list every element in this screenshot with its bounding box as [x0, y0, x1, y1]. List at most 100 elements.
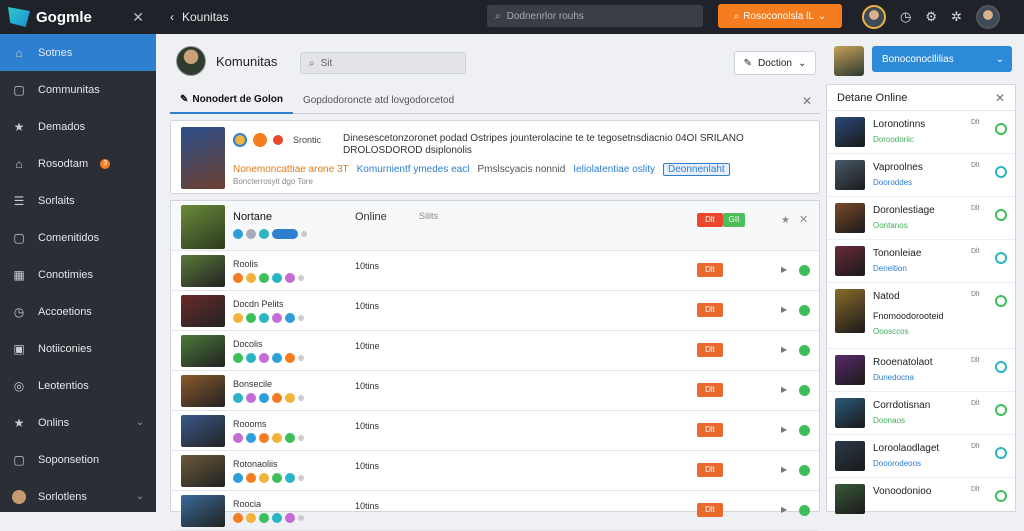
sidebar-item-label: Notiiconies: [38, 342, 92, 355]
sort-button[interactable]: ✎ Doction ⌄: [734, 51, 816, 75]
play-icon[interactable]: ▶: [781, 425, 787, 434]
row-tag[interactable]: Dlt: [697, 383, 723, 397]
list-item[interactable]: Vaproolnes Dooroddes Dlt: [827, 154, 1015, 197]
sidebar-item[interactable]: ▢ Communitas: [0, 71, 156, 108]
sidebar-item[interactable]: ▣ Notiiconies: [0, 330, 156, 367]
close-icon[interactable]: ✕: [995, 91, 1005, 105]
row-name: Rotonaoliis: [233, 459, 278, 469]
sidebar-item[interactable]: ◷ Accoetions: [0, 293, 156, 330]
pin-icon[interactable]: ★: [781, 215, 790, 226]
friends-button[interactable]: Bonoconocllilias ⌄: [872, 46, 1012, 72]
status-icon: [233, 433, 243, 443]
row-tag[interactable]: Dlt: [697, 213, 723, 227]
status-pill-icon: [272, 229, 298, 239]
status-icon: [233, 393, 243, 403]
row-tag-green[interactable]: GII: [723, 213, 745, 227]
tab-active[interactable]: ✎ Nonodert de Golon: [170, 88, 293, 114]
check-icon[interactable]: [995, 209, 1007, 221]
row-tag[interactable]: Dlt: [697, 343, 723, 357]
play-icon[interactable]: ▶: [781, 465, 787, 474]
main-search-input[interactable]: ⌕ Sit: [300, 52, 466, 74]
row-tag[interactable]: Dlt: [697, 503, 723, 517]
friend-time: Dlt: [971, 205, 980, 212]
row-tag[interactable]: Dlt: [697, 463, 723, 477]
table-row[interactable]: Docdn Pelits 10tins Dlt ▶: [171, 291, 819, 331]
settings-icon[interactable]: ⚙: [925, 9, 937, 25]
table-row[interactable]: Roocia 10tins Dlt ▶: [171, 491, 819, 531]
list-item[interactable]: Vonoodonioo Dlt: [827, 478, 1015, 521]
community-avatar[interactable]: [176, 46, 206, 76]
top-cta-button[interactable]: ⌕ Rosoconolsla lL ⌄: [718, 4, 842, 28]
check-icon[interactable]: [995, 295, 1007, 307]
tab-secondary[interactable]: Gopdodoroncte atd lovgodorcetod: [293, 88, 464, 114]
search-icon: ⌕: [495, 10, 501, 22]
clock-icon[interactable]: ◷: [900, 9, 911, 25]
check-icon[interactable]: [995, 252, 1007, 264]
table-row[interactable]: Roolis 10tins Dlt ▶: [171, 251, 819, 291]
back-icon[interactable]: ‹: [170, 10, 174, 24]
row-status: 10tine: [355, 341, 380, 351]
close-icon[interactable]: ✕: [799, 213, 808, 226]
close-icon[interactable]: ✕: [802, 94, 812, 108]
list-item[interactable]: Loronotinns Doroodoriic Dlt: [827, 111, 1015, 154]
sidebar-item[interactable]: ▢ Comenitidos: [0, 219, 156, 256]
sidebar-item[interactable]: ⌂ Sotnes: [0, 34, 156, 71]
table-row[interactable]: Roooms 10tins Dlt ▶: [171, 411, 819, 451]
announcement-card[interactable]: Srontic Dinesescetonzoronet podad Ostrip…: [170, 120, 820, 194]
list-item[interactable]: Doronlestiage Oontanos Dlt: [827, 197, 1015, 240]
check-icon[interactable]: [995, 166, 1007, 178]
play-icon[interactable]: ▶: [781, 505, 787, 514]
row-name: Roolis: [233, 259, 259, 269]
list-header-row[interactable]: Nortane Online Silits Dlt GII ★ ✕: [171, 201, 819, 251]
table-row[interactable]: Rotonaoliis 10tins Dlt ▶: [171, 451, 819, 491]
list-item[interactable]: Tononleiae Deneltion Dlt: [827, 240, 1015, 283]
check-icon[interactable]: [995, 123, 1007, 135]
table-row[interactable]: Bonsecile 10tins Dlt ▶: [171, 371, 819, 411]
sidebar-item[interactable]: Sorlotlens ⌄: [0, 478, 156, 515]
check-icon[interactable]: [995, 361, 1007, 373]
top-title[interactable]: ‹ Kounitas: [170, 10, 229, 24]
table-row[interactable]: Docolis 10tine Dlt ▶: [171, 331, 819, 371]
list-item[interactable]: Loroolaodlaget Dooorodeoos Dlt: [827, 435, 1015, 478]
top-cta-label: Rosoconolsla lL: [743, 10, 814, 22]
announcement-link[interactable]: Deonnenlaht: [663, 163, 730, 176]
puzzle-icon[interactable]: ✲: [951, 9, 962, 25]
status-icon: [285, 313, 295, 323]
sidebar-item[interactable]: ★ Demados: [0, 108, 156, 145]
row-tag[interactable]: Dlt: [697, 263, 723, 277]
row-tag[interactable]: Dlt: [697, 423, 723, 437]
sidebar-item[interactable]: ▢ Soponsetion: [0, 441, 156, 478]
status-icon: [246, 229, 256, 239]
sidebar-item[interactable]: ▦ Conotimies: [0, 256, 156, 293]
row-tag[interactable]: Dlt: [697, 303, 723, 317]
sidebar-item[interactable]: ★ Onlins ⌄: [0, 404, 156, 441]
play-icon[interactable]: ▶: [781, 385, 787, 394]
dot-icon: [298, 395, 304, 401]
profile-avatar[interactable]: [975, 5, 1000, 29]
announcement-blue-text[interactable]: Komurnientf ymedes eacl: [357, 164, 470, 175]
chevron-down-icon[interactable]: ⌄: [136, 491, 144, 502]
brand[interactable]: Gogmle ✕: [0, 0, 156, 34]
sidebar-item[interactable]: ☰ Sorlaits: [0, 182, 156, 219]
play-icon[interactable]: ▶: [781, 265, 787, 274]
top-search-input[interactable]: ⌕ Dodnenrlor rouhs: [487, 5, 703, 27]
announcement-blue-text-2[interactable]: Ieliolatentiae oslity: [573, 164, 655, 175]
check-icon[interactable]: [995, 490, 1007, 502]
online-check-icon: [799, 265, 810, 276]
row-stat: Silits: [419, 211, 439, 221]
list-item[interactable]: Natod Fnomoodorooteid Ooosccos Dlt: [827, 283, 1015, 349]
status-icon: [233, 313, 243, 323]
sidebar-item[interactable]: ⌂ Rosodtam 3: [0, 145, 156, 182]
check-icon[interactable]: [995, 447, 1007, 459]
list-item[interactable]: Rooenatolaot Dunedocna Dlt: [827, 349, 1015, 392]
close-icon[interactable]: ✕: [132, 9, 144, 26]
play-icon[interactable]: ▶: [781, 345, 787, 354]
sidebar-item[interactable]: ◎ Leotentios: [0, 367, 156, 404]
list-item[interactable]: Corrdotisnan Doonaos Dlt: [827, 392, 1015, 435]
avatar[interactable]: [862, 5, 886, 29]
status-icon: [272, 273, 282, 283]
play-icon[interactable]: ▶: [781, 305, 787, 314]
friends-avatar[interactable]: [834, 46, 864, 76]
check-icon[interactable]: [995, 404, 1007, 416]
chevron-down-icon[interactable]: ⌄: [136, 417, 144, 428]
